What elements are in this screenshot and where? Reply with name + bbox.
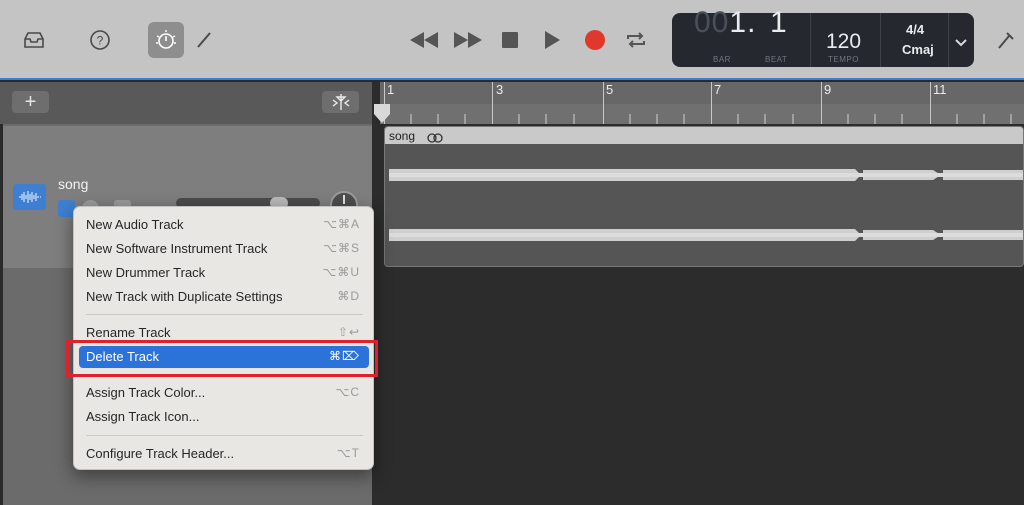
library-icon[interactable] bbox=[16, 22, 52, 58]
menu-item-label: Assign Track Icon... bbox=[86, 409, 200, 424]
menu-item-configure-track-header[interactable]: Configure Track Header... ⌥T bbox=[79, 443, 369, 465]
add-track-button[interactable]: + bbox=[12, 91, 49, 113]
menu-item-shortcut: ⌥⌘U bbox=[322, 265, 360, 279]
track-context-menu: New Audio Track ⌥⌘A New Software Instrum… bbox=[73, 206, 374, 470]
lcd-key[interactable]: Cmaj bbox=[902, 42, 934, 57]
control-bar: ? 001. 1 BAR BEAT 120 TEMPO 4/4 Cmaj bbox=[0, 0, 1024, 80]
annotation-highlight-box bbox=[66, 340, 378, 377]
lcd-separator bbox=[810, 13, 811, 67]
stop-icon[interactable] bbox=[492, 22, 528, 58]
menu-item-shortcut: ⌘D bbox=[337, 289, 360, 303]
lcd-beat-label: BEAT bbox=[765, 55, 788, 64]
waveform-icon[interactable] bbox=[13, 184, 46, 210]
lcd-beat-value: 1 bbox=[770, 6, 788, 39]
menu-item-new-software-instrument-track[interactable]: New Software Instrument Track ⌥⌘S bbox=[79, 238, 369, 260]
menu-separator bbox=[86, 435, 363, 436]
menu-separator bbox=[86, 314, 363, 315]
menu-item-label: New Track with Duplicate Settings bbox=[86, 289, 283, 304]
svg-text:?: ? bbox=[97, 34, 104, 48]
loop-icon bbox=[427, 130, 443, 148]
track-header-strip bbox=[0, 82, 372, 124]
menu-item-label: New Audio Track bbox=[86, 217, 184, 232]
menu-item-label: Assign Track Color... bbox=[86, 385, 206, 400]
menu-item-shortcut: ⌥⌘S bbox=[323, 241, 360, 255]
ruler-bar-label: 5 bbox=[606, 82, 614, 97]
audio-region[interactable]: song bbox=[384, 126, 1024, 267]
menu-item-shortcut: ⌥T bbox=[336, 446, 360, 460]
chevron-down-icon[interactable] bbox=[955, 34, 967, 52]
menu-item-shortcut: ⇧↩ bbox=[337, 325, 360, 339]
fast-forward-icon[interactable] bbox=[450, 22, 486, 58]
lcd-tempo-label: TEMPO bbox=[828, 55, 859, 64]
ruler-bar-label: 7 bbox=[714, 82, 722, 97]
ruler-bar-label: 1 bbox=[387, 82, 395, 97]
help-icon[interactable]: ? bbox=[82, 22, 118, 58]
ruler-bar-label: 11 bbox=[933, 82, 947, 97]
smart-controls-icon[interactable] bbox=[148, 22, 184, 58]
lcd-position: 001. bbox=[694, 6, 757, 39]
track-name[interactable]: song bbox=[58, 176, 88, 192]
waveform-channel-left bbox=[389, 169, 1023, 181]
lcd-time-signature[interactable]: 4/4 bbox=[906, 22, 924, 37]
tuner-icon[interactable] bbox=[988, 22, 1024, 58]
lcd-bar-dim: 00 bbox=[694, 6, 730, 39]
lcd-bar-label: BAR bbox=[713, 55, 731, 64]
menu-item-shortcut: ⌥C bbox=[335, 385, 360, 399]
rewind-icon[interactable] bbox=[406, 22, 442, 58]
editors-icon[interactable] bbox=[186, 22, 222, 58]
menu-item-shortcut: ⌥⌘A bbox=[323, 217, 360, 231]
menu-item-assign-track-color[interactable]: Assign Track Color... ⌥C bbox=[79, 382, 369, 404]
lcd-separator bbox=[880, 13, 881, 67]
cycle-icon[interactable] bbox=[618, 22, 654, 58]
ruler-minor-ticks bbox=[410, 114, 1012, 124]
menu-item-label: New Software Instrument Track bbox=[86, 241, 268, 256]
waveform-channel-right bbox=[389, 229, 1023, 241]
play-icon[interactable] bbox=[534, 22, 570, 58]
lcd-bar-value: 1 bbox=[729, 6, 748, 39]
menu-item-label: Configure Track Header... bbox=[86, 446, 235, 461]
menu-item-new-audio-track[interactable]: New Audio Track ⌥⌘A bbox=[79, 214, 369, 236]
menu-item-label: New Drummer Track bbox=[86, 265, 206, 280]
menu-item-new-drummer-track[interactable]: New Drummer Track ⌥⌘U bbox=[79, 262, 369, 284]
menu-item-new-track-duplicate-settings[interactable]: New Track with Duplicate Settings ⌘D bbox=[79, 286, 369, 308]
menu-item-label: Rename Track bbox=[86, 325, 171, 340]
ruler-bar-label: 3 bbox=[496, 82, 504, 97]
region-header[interactable]: song bbox=[385, 127, 1023, 144]
menu-item-assign-track-icon[interactable]: Assign Track Icon... bbox=[79, 406, 369, 428]
lcd-tempo[interactable]: 120 bbox=[826, 30, 861, 54]
record-icon[interactable] bbox=[577, 22, 613, 58]
lcd-separator bbox=[948, 13, 949, 67]
ruler-bar-label: 9 bbox=[824, 82, 832, 97]
catch-playhead-icon[interactable] bbox=[322, 91, 359, 113]
region-name: song bbox=[389, 129, 416, 143]
